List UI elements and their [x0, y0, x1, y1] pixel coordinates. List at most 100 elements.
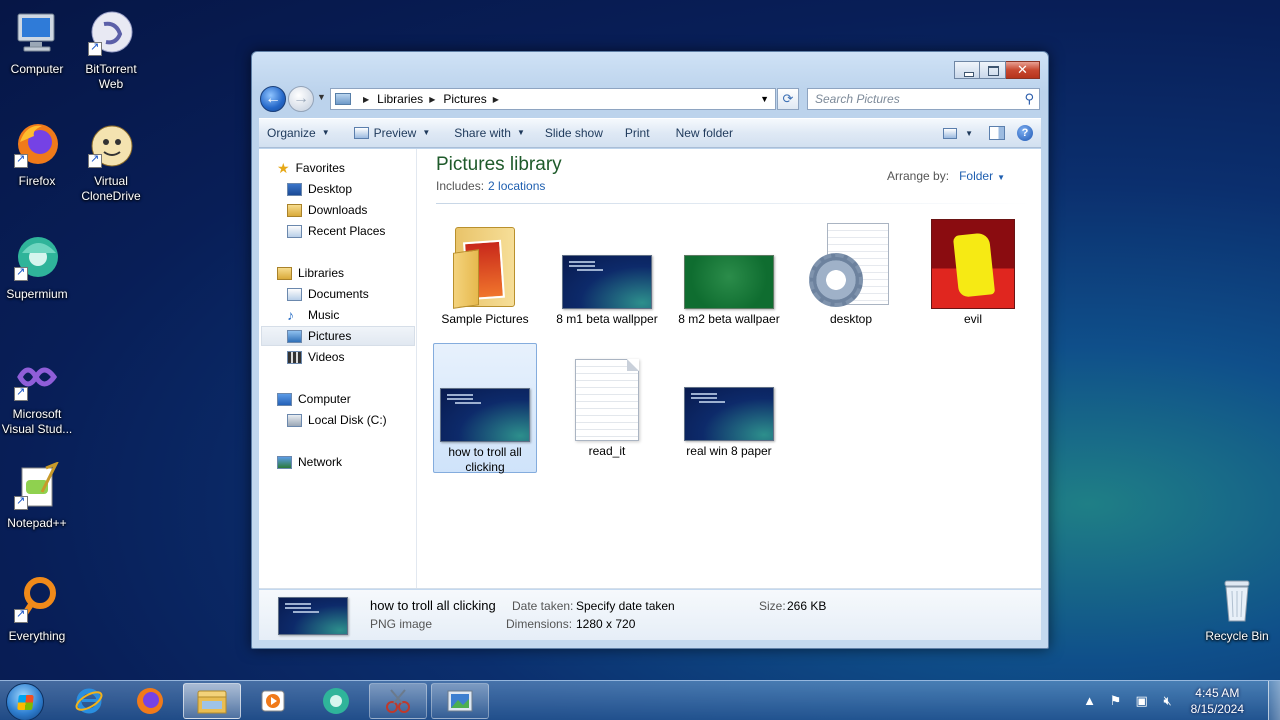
taskbar-windows-explorer[interactable]	[183, 683, 241, 719]
file-item-evil[interactable]: evil	[921, 211, 1025, 327]
taskbar-media-player[interactable]	[244, 683, 302, 719]
file-item-8-m1-beta-wallpper[interactable]: 8 m1 beta wallpper	[555, 211, 659, 327]
nav-downloads[interactable]: Downloads	[287, 200, 367, 220]
includes-locations-link[interactable]: 2 locations	[488, 179, 545, 193]
chevron-down-icon: ▼	[321, 128, 330, 137]
text-file-icon	[575, 359, 639, 441]
computer-icon	[277, 392, 292, 406]
file-item-desktop[interactable]: desktop	[799, 211, 903, 327]
preview-pane-icon[interactable]	[989, 126, 1005, 140]
search-placeholder: Search Pictures	[815, 92, 900, 106]
file-item-read-it[interactable]: read_it	[555, 343, 659, 459]
recent-pages-dropdown-icon[interactable]: ▼	[317, 92, 326, 102]
details-size-value: 266 KB	[787, 599, 827, 613]
desktop-icon-bittorrent[interactable]: BitTorrent Web	[74, 8, 148, 92]
print-button[interactable]: Print	[617, 122, 658, 144]
breadcrumb-separator-icon[interactable]: ▶	[429, 95, 435, 104]
nav-label: Network	[298, 455, 343, 469]
recycle-bin-icon	[1212, 575, 1262, 625]
image-thumbnail	[931, 219, 1015, 309]
nav-documents[interactable]: Documents	[287, 284, 369, 304]
file-item-sample-pictures[interactable]: Sample Pictures	[433, 211, 537, 327]
nav-local-disk[interactable]: Local Disk (C:)	[287, 410, 387, 430]
maximize-button[interactable]	[980, 61, 1006, 79]
taskbar-supermium[interactable]	[307, 683, 365, 719]
nav-computer[interactable]: Computer	[277, 389, 351, 409]
nav-music[interactable]: ♪ Music	[287, 305, 339, 325]
forward-button[interactable]: →	[288, 86, 314, 112]
clock[interactable]: 4:45 AM 8/15/2024	[1191, 685, 1244, 717]
desktop-icon-recycle-bin[interactable]: Recycle Bin	[1200, 575, 1274, 644]
volume-muted-icon[interactable]: 🔇︎	[1160, 693, 1176, 709]
help-icon[interactable]: ?	[1017, 125, 1033, 141]
new-folder-label: New folder	[675, 126, 733, 140]
nav-desktop[interactable]: Desktop	[287, 179, 352, 199]
nav-network[interactable]: Network	[277, 452, 342, 472]
arrange-by-dropdown[interactable]: Folder	[959, 169, 993, 183]
address-bar[interactable]: ▶ Libraries ▶ Pictures ▶ ▼	[330, 88, 776, 110]
desktop-icon-virtual-clonedrive[interactable]: Virtual CloneDrive	[74, 120, 148, 204]
nav-label: Music	[308, 308, 340, 322]
documents-icon	[287, 287, 302, 301]
print-label: Print	[624, 126, 650, 140]
nav-favorites[interactable]: ★ Favorites	[277, 158, 345, 178]
search-icon[interactable]: ⚲	[1024, 89, 1034, 109]
file-item-real-win-8-paper[interactable]: real win 8 paper	[677, 343, 781, 459]
show-desktop-button[interactable]	[1268, 681, 1280, 720]
taskbar-firefox[interactable]	[121, 683, 179, 719]
share-with-button[interactable]: Share with ▼	[446, 122, 533, 144]
taskbar-photo-viewer[interactable]	[431, 683, 489, 719]
file-item-how-to-troll-all-clicking[interactable]: how to troll all clicking	[433, 343, 537, 474]
preview-button[interactable]: Preview ▼	[346, 122, 439, 144]
action-center-flag-icon[interactable]: ⚑	[1108, 693, 1124, 709]
pictures-icon	[287, 329, 302, 343]
file-item-8-m2-beta-wallpaer[interactable]: 8 m2 beta wallpaer	[677, 211, 781, 327]
chevron-down-icon: ▼	[422, 128, 431, 137]
desktop-icon-supermium[interactable]: Supermium	[0, 233, 74, 302]
search-input[interactable]: Search Pictures ⚲	[807, 88, 1040, 110]
refresh-button[interactable]: ⟳	[777, 88, 799, 110]
nav-libraries[interactable]: Libraries	[277, 263, 344, 283]
desktop-icon-label: Firefox	[18, 174, 56, 188]
close-button[interactable]: ✕	[1006, 61, 1040, 79]
file-name: how to troll all clicking	[448, 445, 522, 474]
firefox-icon	[12, 120, 62, 170]
shortcut-arrow-icon	[88, 152, 102, 168]
organize-button[interactable]: Organize ▼	[259, 122, 338, 144]
start-button[interactable]	[6, 683, 44, 720]
nav-label: Recent Places	[308, 224, 386, 238]
change-view-icon[interactable]	[943, 127, 958, 139]
new-folder-button[interactable]: New folder	[668, 122, 741, 144]
details-date-taken-value[interactable]: Specify date taken	[576, 599, 675, 613]
address-dropdown-icon[interactable]: ▼	[760, 94, 769, 104]
desktop-icon-notepadpp[interactable]: Notepad++	[0, 461, 74, 531]
chevron-down-icon[interactable]: ▼	[965, 129, 973, 138]
minimize-button[interactable]	[954, 61, 980, 79]
desktop-icon-label: Computer	[10, 62, 64, 76]
view-controls: ▼ ?	[943, 125, 1041, 141]
network-icon[interactable]: ▣	[1134, 693, 1150, 709]
slide-show-button[interactable]: Slide show	[537, 122, 611, 144]
shortcut-arrow-icon	[14, 152, 28, 168]
taskbar-internet-explorer[interactable]	[60, 683, 118, 719]
nav-recent-places[interactable]: Recent Places	[287, 221, 385, 241]
breadcrumb-separator-icon[interactable]: ▶	[493, 95, 499, 104]
shortcut-arrow-icon	[88, 40, 102, 56]
desktop-icon-everything[interactable]: Everything	[0, 575, 74, 644]
nav-videos[interactable]: Videos	[287, 347, 344, 367]
nav-pictures[interactable]: Pictures	[261, 326, 415, 346]
chevron-down-icon[interactable]: ▼	[997, 173, 1005, 182]
show-hidden-icons-icon[interactable]: ▲	[1082, 693, 1098, 709]
breadcrumb-separator-icon[interactable]: ▶	[363, 95, 369, 104]
desktop-icon-label: Supermium	[6, 287, 68, 301]
back-button[interactable]: ←	[260, 86, 286, 112]
pictures-folder-icon	[335, 93, 351, 105]
shortcut-arrow-icon	[14, 494, 28, 510]
breadcrumb-libraries[interactable]: Libraries	[377, 92, 423, 106]
taskbar-snipping-tool[interactable]	[369, 683, 427, 719]
desktop-icon-visual-studio[interactable]: Microsoft Visual Stud...	[0, 353, 74, 437]
breadcrumb-pictures[interactable]: Pictures	[443, 92, 486, 106]
desktop-icon-computer[interactable]: Computer	[0, 8, 74, 77]
desktop-icon-firefox[interactable]: Firefox	[0, 120, 74, 189]
file-name: desktop	[829, 312, 873, 326]
